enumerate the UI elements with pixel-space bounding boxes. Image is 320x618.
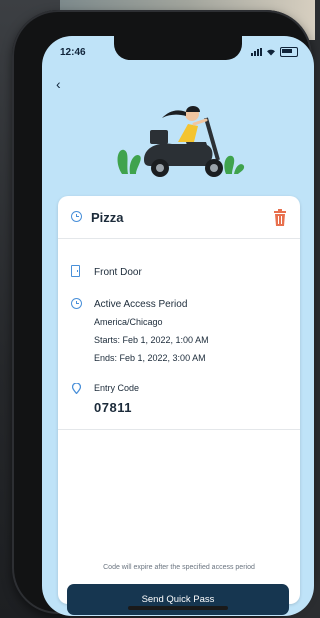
status-icons [251,47,298,57]
battery-icon [280,47,298,57]
back-button[interactable]: ‹ [56,76,61,92]
send-quick-pass-button[interactable]: Send Quick Pass [67,584,289,615]
trash-icon[interactable] [272,209,288,227]
door-icon [71,265,80,277]
start-time-text: Starts: Feb 1, 2022, 1:00 AM [94,335,209,345]
end-time-text: Ends: Feb 1, 2022, 3:00 AM [94,353,206,363]
location-pin-icon [72,383,81,394]
pass-title: Pizza [91,210,124,225]
clock-icon [71,211,82,222]
access-period-heading: Active Access Period [94,299,188,310]
timezone-text: America/Chicago [94,317,163,327]
expiry-note: Code will expire after the specified acc… [103,564,255,571]
clock-icon [71,298,82,309]
app-screen: 12:46 ‹ Pizza Front Door Active Access P… [42,36,314,616]
lock-name: Front Door [94,267,142,278]
card-divider [58,429,300,430]
entry-code-value: 07811 [94,400,132,415]
home-indicator [128,606,228,610]
quick-pass-card: Pizza Front Door Active Access Period Am… [58,196,300,615]
wifi-icon [267,49,275,56]
status-time: 12:46 [60,47,86,58]
entry-code-label: Entry Code [94,383,140,393]
phone-notch [114,36,242,60]
scooter-rider-illustration [117,106,245,177]
signal-icon [251,48,262,56]
phone-frame: 12:46 ‹ Pizza Front Door Active Access P… [12,10,314,616]
card-header: Pizza [58,196,300,239]
chevron-left-icon: ‹ [56,76,61,92]
